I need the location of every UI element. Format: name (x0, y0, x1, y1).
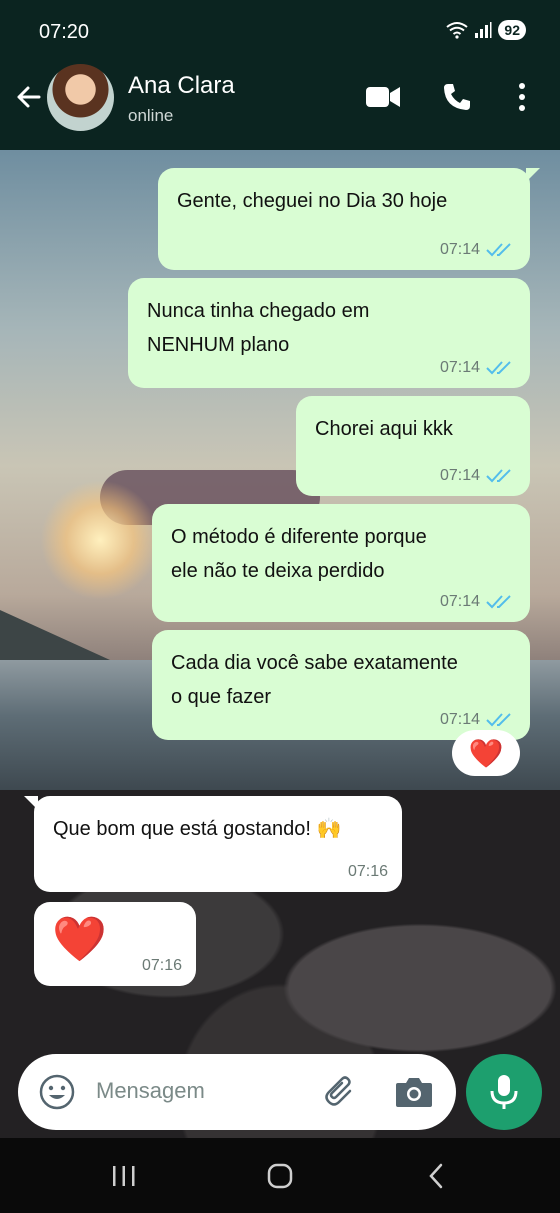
contact-avatar[interactable] (47, 64, 114, 131)
bubble-tail (24, 796, 38, 810)
status-time: 07:20 (39, 21, 90, 43)
message-text: O método é diferente porque ele não te d… (171, 526, 427, 582)
contact-presence: online (128, 106, 174, 125)
message-composer[interactable]: Mensagem (18, 1054, 456, 1130)
message-meta: 07:16 (142, 956, 182, 976)
signal-icon (475, 22, 492, 38)
mic-icon (490, 1075, 518, 1109)
bubble-tail (526, 168, 540, 182)
emoji-icon[interactable] (38, 1073, 76, 1111)
double-check-icon (486, 361, 511, 375)
message-input[interactable]: Mensagem (96, 1078, 205, 1104)
message-time: 07:14 (439, 711, 480, 728)
message-meta: 07:14 (440, 710, 516, 730)
message-bubble-outgoing[interactable]: Cada dia você sabe exatamente o que faze… (152, 630, 530, 740)
system-nav-bar (0, 1138, 560, 1213)
message-time: 07:14 (439, 593, 480, 610)
double-check-icon (486, 713, 511, 727)
status-bar: 07:20 92 (0, 0, 560, 64)
message-bubble-outgoing[interactable]: O método é diferente porque ele não te d… (152, 504, 530, 622)
message-bubble-incoming[interactable]: Que bom que está gostando! 🙌 07:16 (24, 796, 402, 892)
message-bubble-outgoing[interactable]: Chorei aqui kkk 07:14 (296, 396, 530, 496)
paperclip-icon[interactable] (322, 1073, 360, 1111)
contact-name[interactable]: Ana Clara (128, 72, 235, 100)
back-arrow-icon[interactable] (12, 80, 46, 114)
double-check-icon (486, 243, 511, 257)
back-nav-icon[interactable] (416, 1160, 456, 1192)
message-meta: 07:16 (348, 862, 388, 882)
double-check-icon (486, 595, 511, 609)
message-meta: 07:14 (440, 592, 516, 612)
message-text: Chorei aqui kkk (315, 418, 453, 440)
message-text: Nunca tinha chegado em NENHUM plano (147, 300, 370, 356)
message-time: 07:14 (439, 467, 480, 484)
message-bubble-outgoing[interactable]: Nunca tinha chegado em NENHUM plano 07:1… (128, 278, 530, 388)
camera-icon[interactable] (394, 1073, 434, 1111)
reaction-heart-icon[interactable]: ❤️ (452, 730, 520, 776)
video-call-icon[interactable] (364, 78, 402, 116)
more-vert-icon[interactable] (503, 78, 541, 116)
message-time: 07:14 (439, 359, 480, 376)
home-nav-icon[interactable] (260, 1160, 300, 1192)
message-text: Gente, cheguei no Dia 30 hoje (177, 190, 448, 212)
chat-header: Ana Clara online (0, 64, 560, 150)
recents-nav-icon[interactable] (104, 1160, 144, 1192)
message-text: Que bom que está gostando! 🙌 (53, 818, 342, 840)
mic-button[interactable] (466, 1054, 542, 1130)
status-icons: 92 (446, 20, 526, 40)
message-bubble-incoming[interactable]: ❤️ 07:16 (34, 902, 196, 986)
message-text: Cada dia você sabe exatamente o que faze… (171, 652, 458, 708)
chat-area[interactable]: Gente, cheguei no Dia 30 hoje 07:14 Nunc… (0, 150, 560, 1138)
wallpaper-hill (0, 610, 110, 660)
double-check-icon (486, 469, 511, 483)
message-time: 07:16 (347, 863, 388, 880)
heart-emoji: ❤️ (52, 915, 107, 964)
message-bubble-outgoing[interactable]: Gente, cheguei no Dia 30 hoje 07:14 (158, 168, 540, 270)
message-time: 07:14 (439, 241, 480, 258)
message-meta: 07:14 (440, 358, 516, 378)
message-time: 07:16 (141, 957, 182, 974)
message-meta: 07:14 (440, 466, 516, 486)
wifi-icon (446, 22, 469, 39)
wallpaper-sun (40, 480, 160, 600)
message-meta: 07:14 (440, 240, 516, 260)
battery-badge: 92 (498, 20, 526, 40)
phone-icon[interactable] (438, 78, 476, 116)
